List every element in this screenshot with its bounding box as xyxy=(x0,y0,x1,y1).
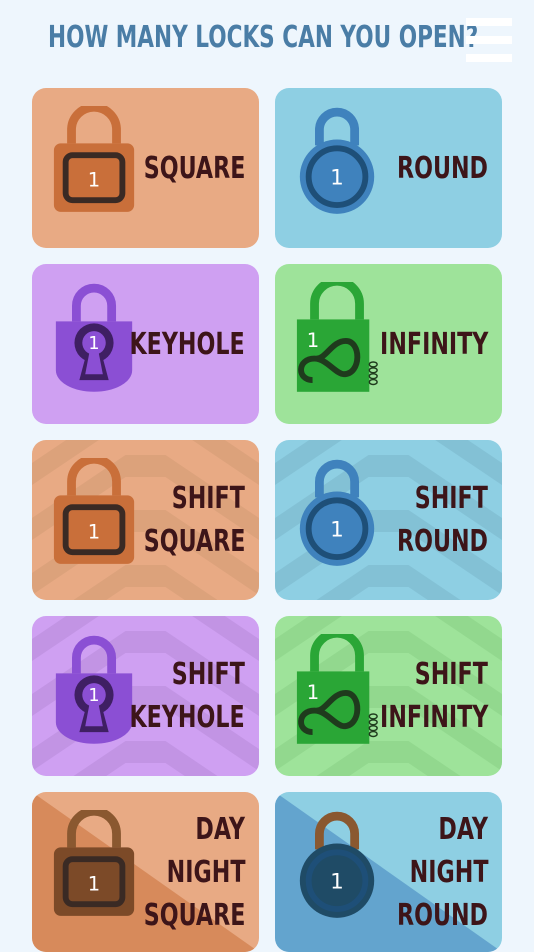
lock-card-label-line: NIGHT xyxy=(166,854,245,890)
lock-card-label-line: DAY xyxy=(195,811,245,847)
lock-card-label-line: NIGHT xyxy=(409,854,488,890)
hamburger-menu-icon[interactable] xyxy=(466,18,512,62)
lock-card-label-line: KEYHOLE xyxy=(129,326,245,362)
lock-card[interactable]: 1 INFINITY xyxy=(275,264,502,424)
lock-card[interactable]: 1 ROUND xyxy=(275,88,502,248)
lock-card-label-line: SQUARE xyxy=(143,524,245,559)
lock-card-label-line: SHIFT xyxy=(414,481,488,516)
lock-card-label: SHIFT ROUND xyxy=(365,440,488,600)
lock-card-label: SHIFT SQUARE xyxy=(108,440,245,600)
lock-card[interactable]: 1 SQUARE xyxy=(32,88,259,248)
menu-bar xyxy=(466,18,512,26)
lock-card-label-line: SHIFT xyxy=(171,481,245,516)
lock-card[interactable]: 1 DAY NIGHT ROUND xyxy=(275,792,502,952)
lock-card-label-line: INFINITY xyxy=(379,700,488,735)
svg-text:1: 1 xyxy=(88,872,100,895)
svg-text:1: 1 xyxy=(307,329,319,352)
lock-card-label: DAY NIGHT SQUARE xyxy=(108,792,245,952)
svg-text:1: 1 xyxy=(330,870,344,895)
lock-card-label: INFINITY xyxy=(342,264,488,424)
lock-card[interactable]: 1 DAY NIGHT SQUARE xyxy=(32,792,259,952)
lock-card-label-line: ROUND xyxy=(396,897,488,933)
lock-card-label: ROUND xyxy=(365,88,488,248)
lock-card-label-line: ROUND xyxy=(396,150,488,186)
menu-bar xyxy=(466,36,512,44)
lock-card-label-line: KEYHOLE xyxy=(129,700,245,735)
lock-card-label-line: SQUARE xyxy=(143,897,245,933)
lock-card-label-line: ROUND xyxy=(396,524,488,559)
svg-text:1: 1 xyxy=(330,166,344,191)
page-title: HOW MANY LOCKS CAN YOU OPEN? xyxy=(48,20,479,55)
lock-card[interactable]: 1 SHIFT ROUND xyxy=(275,440,502,600)
header: HOW MANY LOCKS CAN YOU OPEN? xyxy=(0,0,534,86)
lock-card[interactable]: 1 SHIFT INFINITY xyxy=(275,616,502,776)
lock-card-label-line: SQUARE xyxy=(143,150,245,186)
lock-card[interactable]: 1 SHIFT KEYHOLE xyxy=(32,616,259,776)
svg-text:1: 1 xyxy=(88,520,100,543)
lock-card[interactable]: 1 KEYHOLE xyxy=(32,264,259,424)
menu-bar xyxy=(466,54,512,62)
lock-card-label: SQUARE xyxy=(108,88,245,248)
svg-text:1: 1 xyxy=(88,168,100,191)
lock-card-label-line: DAY xyxy=(438,811,488,847)
lock-card-label: SHIFT INFINITY xyxy=(342,616,488,776)
lock-card[interactable]: 1 SHIFT SQUARE xyxy=(32,440,259,600)
lock-card-label-line: INFINITY xyxy=(379,326,488,362)
lock-card-label: KEYHOLE xyxy=(89,264,245,424)
lock-card-label-line: SHIFT xyxy=(414,657,488,692)
lock-card-label: DAY NIGHT ROUND xyxy=(365,792,488,952)
svg-text:1: 1 xyxy=(330,518,344,543)
svg-text:1: 1 xyxy=(307,681,319,704)
lock-card-label: SHIFT KEYHOLE xyxy=(89,616,245,776)
lock-card-label-line: SHIFT xyxy=(171,657,245,692)
